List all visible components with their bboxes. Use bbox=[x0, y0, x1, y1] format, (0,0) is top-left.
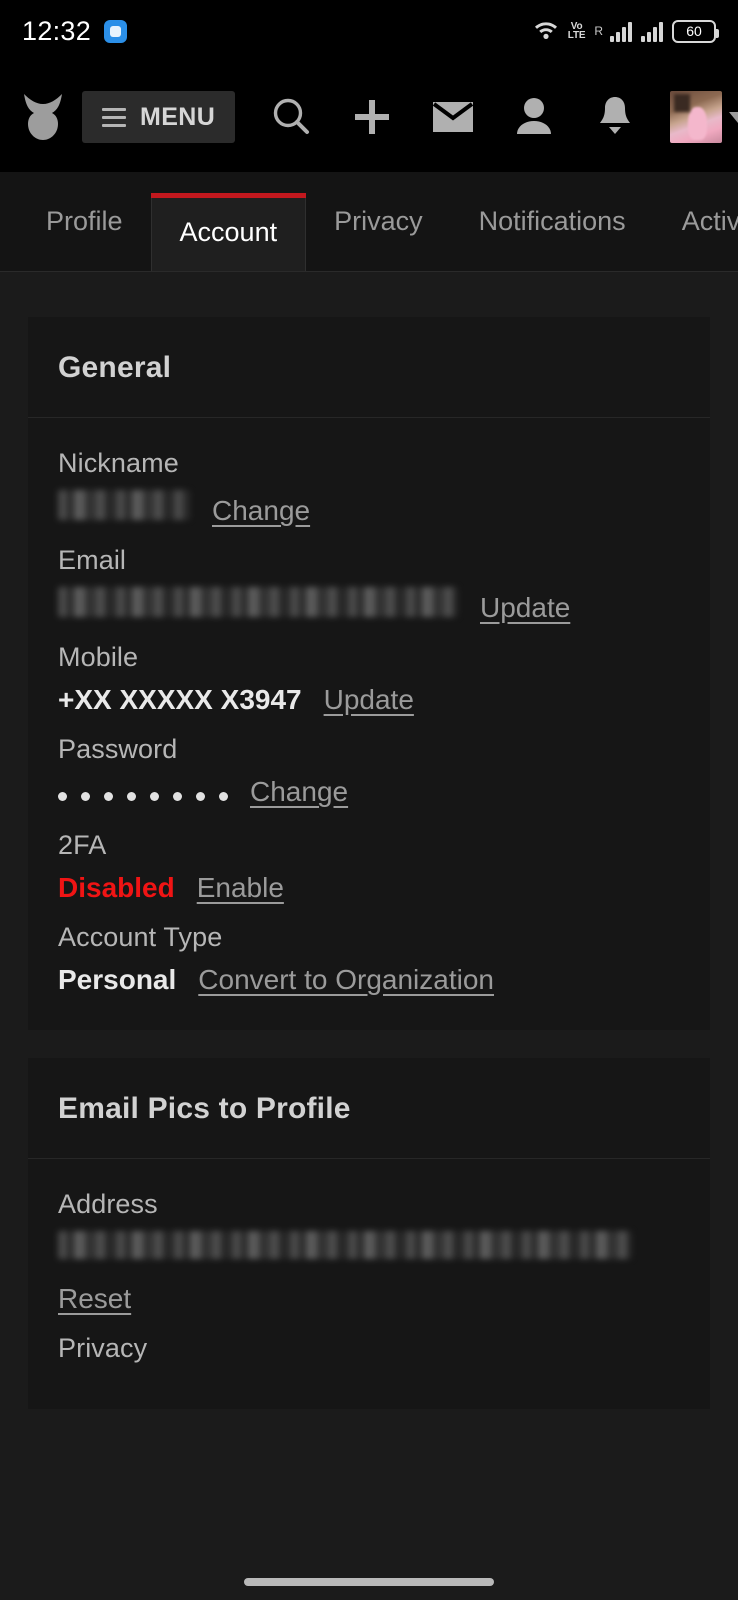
field-row bbox=[58, 1230, 680, 1259]
signal-bars-icon bbox=[610, 20, 632, 42]
field-privacy: Privacy bbox=[58, 1315, 680, 1364]
status-bar: 12:32 Vo LTE R 60 bbox=[0, 0, 738, 62]
status-badge: Disabled bbox=[58, 871, 175, 903]
email-value-redacted bbox=[58, 587, 458, 617]
person-icon[interactable] bbox=[509, 90, 559, 144]
account-type-value: Personal bbox=[58, 963, 177, 995]
tab-notifications[interactable]: Notifications bbox=[451, 172, 654, 271]
field-row: Update bbox=[58, 587, 680, 624]
nickname-value-redacted bbox=[58, 490, 190, 520]
phone-screen: 12:32 Vo LTE R 60 MENU Profile Account P… bbox=[0, 0, 738, 1600]
password-masked-value bbox=[58, 782, 228, 812]
field-row: Personal Convert to Organization bbox=[58, 964, 680, 996]
field-label: Privacy bbox=[58, 1332, 148, 1363]
field-row: Disabled Enable bbox=[58, 872, 680, 904]
account-settings-content: General Nickname Change Email Update Mob… bbox=[0, 272, 738, 1409]
signal-bars-icon-secondary bbox=[641, 20, 663, 42]
field-label: Email bbox=[58, 545, 127, 575]
update-mobile-link[interactable]: Update bbox=[324, 684, 414, 716]
section-title: Email Pics to Profile bbox=[58, 1091, 351, 1125]
app-toolbar: MENU bbox=[0, 62, 738, 172]
tab-account[interactable]: Account bbox=[150, 193, 307, 271]
field-2fa: 2FA Disabled Enable bbox=[58, 812, 680, 904]
wifi-icon bbox=[533, 18, 559, 45]
status-bar-clock: 12:32 bbox=[22, 15, 92, 46]
fox-head-logo-icon[interactable] bbox=[20, 92, 66, 142]
battery-icon: 60 bbox=[672, 19, 719, 43]
menu-button-label: MENU bbox=[140, 102, 216, 131]
battery-level: 60 bbox=[686, 23, 702, 39]
field-password: Password Change bbox=[58, 716, 680, 812]
convert-to-organization-link[interactable]: Convert to Organization bbox=[198, 964, 494, 996]
email-pics-section-body: Address Reset Privacy bbox=[28, 1159, 710, 1409]
field-row: Change bbox=[58, 776, 680, 812]
field-label: Nickname bbox=[58, 448, 179, 478]
field-nickname: Nickname Change bbox=[58, 448, 680, 527]
field-row: +XX XXXXX X3947 Update bbox=[58, 684, 680, 716]
field-account-type: Account Type Personal Convert to Organiz… bbox=[58, 904, 680, 996]
bell-icon[interactable] bbox=[590, 90, 640, 144]
status-bar-right: Vo LTE R 60 bbox=[533, 18, 719, 45]
settings-tab-bar[interactable]: Profile Account Privacy Notifications Ac… bbox=[0, 172, 738, 272]
hamburger-icon bbox=[102, 107, 126, 127]
change-nickname-link[interactable]: Change bbox=[212, 495, 310, 527]
email-pics-section-card: Email Pics to Profile Address Reset Priv… bbox=[28, 1057, 710, 1409]
tab-activity[interactable]: Activi bbox=[654, 172, 738, 271]
account-menu[interactable] bbox=[670, 91, 738, 143]
volte-indicator: Vo LTE bbox=[567, 21, 586, 41]
plus-icon[interactable] bbox=[347, 90, 397, 144]
field-address: Address Reset bbox=[58, 1189, 680, 1315]
avatar[interactable] bbox=[670, 91, 723, 143]
address-value-redacted bbox=[58, 1230, 632, 1259]
field-row: Change bbox=[58, 490, 680, 527]
field-label: Address bbox=[58, 1188, 158, 1219]
menu-button[interactable]: MENU bbox=[82, 91, 236, 143]
status-bar-left: 12:32 bbox=[22, 15, 128, 47]
envelope-icon[interactable] bbox=[428, 90, 478, 144]
update-email-link[interactable]: Update bbox=[480, 592, 570, 624]
field-row: Reset bbox=[58, 1259, 680, 1315]
general-section-card: General Nickname Change Email Update Mob… bbox=[28, 317, 710, 1030]
general-section-body: Nickname Change Email Update Mobile +XX … bbox=[28, 418, 710, 1030]
mobile-value: +XX XXXXX X3947 bbox=[58, 684, 302, 715]
field-label: Account Type bbox=[58, 921, 223, 952]
chevron-down-icon[interactable] bbox=[729, 111, 738, 123]
tab-privacy[interactable]: Privacy bbox=[306, 172, 451, 271]
roaming-indicator: R bbox=[594, 24, 603, 38]
field-mobile: Mobile +XX XXXXX X3947 Update bbox=[58, 624, 680, 716]
change-password-link[interactable]: Change bbox=[250, 776, 348, 808]
home-indicator[interactable] bbox=[244, 1578, 494, 1586]
section-title: General bbox=[58, 351, 172, 384]
enable-2fa-link[interactable]: Enable bbox=[197, 872, 284, 904]
field-label: 2FA bbox=[58, 829, 107, 860]
email-pics-section-header: Email Pics to Profile bbox=[28, 1058, 710, 1159]
general-section-header: General bbox=[28, 317, 710, 418]
search-icon[interactable] bbox=[266, 90, 316, 144]
field-label: Mobile bbox=[58, 642, 139, 672]
message-badge-icon bbox=[104, 19, 128, 43]
field-label: Password bbox=[58, 734, 178, 764]
tab-profile[interactable]: Profile bbox=[0, 172, 151, 271]
field-email: Email Update bbox=[58, 527, 680, 624]
reset-address-link[interactable]: Reset bbox=[58, 1283, 131, 1315]
